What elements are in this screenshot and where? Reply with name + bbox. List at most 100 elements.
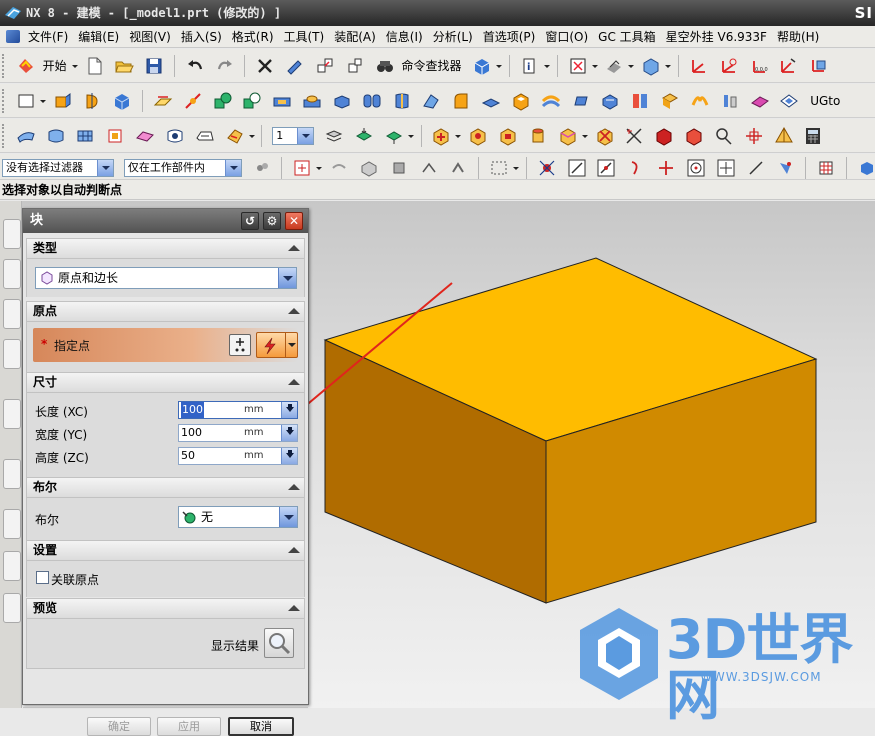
- mesh-surface-icon[interactable]: [73, 123, 97, 149]
- sew-icon[interactable]: [777, 88, 801, 114]
- command-finder-button[interactable]: 命令查找器: [401, 53, 461, 79]
- info-object-icon[interactable]: i: [518, 53, 542, 79]
- cylinder-body-icon[interactable]: [526, 123, 550, 149]
- surface-icon[interactable]: [748, 88, 772, 114]
- chamfer-icon[interactable]: [419, 88, 443, 114]
- surface-dropdown[interactable]: [248, 123, 255, 149]
- snap-midpoint-icon[interactable]: [594, 155, 618, 179]
- collapse-icon[interactable]: [288, 547, 300, 553]
- process-studio-tab[interactable]: [3, 551, 21, 581]
- show-result-button[interactable]: [264, 628, 294, 658]
- reuse-library-tab[interactable]: [3, 339, 21, 369]
- type-filter-select[interactable]: 没有选择过滤器: [2, 159, 114, 177]
- snap-quadrant-icon[interactable]: [714, 155, 738, 179]
- menu-insert[interactable]: 插入(S): [176, 26, 227, 47]
- binoculars-icon[interactable]: [373, 53, 397, 79]
- start-button[interactable]: 开始: [43, 53, 67, 79]
- start-dropdown[interactable]: [71, 53, 78, 79]
- select-solid-icon[interactable]: [855, 155, 875, 179]
- render-style-icon[interactable]: [470, 53, 494, 79]
- section-boolean-header[interactable]: 布尔: [26, 477, 305, 498]
- view-dropdown[interactable]: [591, 53, 598, 79]
- chevron-down-icon[interactable]: [278, 268, 296, 288]
- menu-info[interactable]: 信息(I): [381, 26, 428, 47]
- menu-plugin[interactable]: 星空外挂 V6.933F: [661, 26, 772, 47]
- snap-dropdown[interactable]: [315, 155, 323, 179]
- extrude-icon[interactable]: [51, 88, 75, 114]
- point-set-icon[interactable]: [622, 123, 646, 149]
- menu-preferences[interactable]: 首选项(P): [478, 26, 541, 47]
- wcs-icon[interactable]: [687, 53, 711, 79]
- snap-grid-icon[interactable]: [814, 155, 838, 179]
- toolbar-grip[interactable]: [2, 89, 7, 113]
- web-browser-tab[interactable]: [3, 399, 21, 429]
- snap-control-icon[interactable]: [624, 155, 648, 179]
- menu-file[interactable]: 文件(F): [0, 26, 73, 47]
- replace-face-icon[interactable]: [682, 123, 706, 149]
- datum-plane-icon[interactable]: [151, 88, 175, 114]
- edit-object-icon[interactable]: [283, 53, 307, 79]
- move-object-icon[interactable]: [313, 53, 337, 79]
- calculator-icon[interactable]: [801, 123, 825, 149]
- snap-face-icon[interactable]: [773, 155, 797, 179]
- block-icon[interactable]: [110, 88, 134, 114]
- curve-surface-icon[interactable]: [14, 123, 38, 149]
- select-region-icon[interactable]: [446, 155, 470, 179]
- associative-origin-checkbox[interactable]: [36, 571, 49, 584]
- split-body-icon[interactable]: [628, 88, 652, 114]
- section-preview-header[interactable]: 预览: [26, 598, 305, 619]
- inferred-point-dropdown[interactable]: [285, 333, 297, 357]
- height-options-button[interactable]: [281, 448, 297, 464]
- dialog-title-bar[interactable]: 块 ↺ ⚙ ✕: [23, 209, 308, 233]
- fit-view-icon[interactable]: [566, 53, 590, 79]
- new-file-icon[interactable]: [83, 53, 107, 79]
- select-face-icon[interactable]: [387, 155, 411, 179]
- hole-icon[interactable]: [466, 123, 490, 149]
- rectangle-select-icon[interactable]: [487, 155, 511, 179]
- point-icon[interactable]: [712, 123, 736, 149]
- section-origin-header[interactable]: 原点: [26, 301, 305, 322]
- edit-feature-dropdown[interactable]: [581, 123, 588, 149]
- section-surface-icon[interactable]: [193, 123, 217, 149]
- mirror-icon[interactable]: [688, 88, 712, 114]
- point-dialog-button[interactable]: [229, 334, 251, 356]
- system-materials-tab[interactable]: [3, 509, 21, 539]
- render-style-dropdown[interactable]: [495, 53, 503, 79]
- menu-assembly[interactable]: 装配(A): [329, 26, 381, 47]
- solid-color-icon[interactable]: [652, 123, 676, 149]
- studio-surface-icon[interactable]: [103, 123, 127, 149]
- iso-view-icon[interactable]: [639, 53, 663, 79]
- wcs-rotate-icon[interactable]: [776, 53, 800, 79]
- cancel-button[interactable]: 取消: [228, 717, 294, 736]
- menu-tools[interactable]: 工具(T): [279, 26, 330, 47]
- layer-settings-icon[interactable]: [322, 123, 346, 149]
- menu-window[interactable]: 窗口(O): [540, 26, 593, 47]
- width-input[interactable]: 100 mm: [178, 424, 298, 442]
- delete-icon[interactable]: [253, 53, 277, 79]
- offset-surface-icon[interactable]: [163, 123, 187, 149]
- menu-view[interactable]: 视图(V): [124, 26, 176, 47]
- selection-scope-select[interactable]: 仅在工作部件内: [123, 159, 242, 177]
- chevron-down-icon[interactable]: [224, 160, 241, 176]
- feature-add-icon[interactable]: [429, 123, 453, 149]
- section-type-header[interactable]: 类型: [26, 238, 305, 259]
- pocket-icon[interactable]: [270, 88, 294, 114]
- chevron-down-icon[interactable]: [297, 128, 314, 144]
- trim-sheet-icon[interactable]: [223, 123, 247, 149]
- constraint-navigator-tab[interactable]: [3, 259, 21, 289]
- datum-axis-icon[interactable]: [181, 88, 205, 114]
- revolve-icon[interactable]: [80, 88, 104, 114]
- snap-endpoint-icon[interactable]: [535, 155, 559, 179]
- snap-line-icon[interactable]: [565, 155, 589, 179]
- ok-button[interactable]: 确定: [87, 717, 151, 736]
- undo-icon[interactable]: [183, 53, 207, 79]
- assembly-navigator-tab[interactable]: [3, 219, 21, 249]
- boss-icon[interactable]: [300, 88, 324, 114]
- toolbar-grip[interactable]: [2, 124, 7, 148]
- open-folder-icon[interactable]: [112, 53, 136, 79]
- select-feature-icon[interactable]: [327, 155, 351, 179]
- filter-settings-icon[interactable]: [250, 155, 274, 179]
- select-body-icon[interactable]: [357, 155, 381, 179]
- pattern-icon[interactable]: [658, 88, 682, 114]
- menu-help[interactable]: 帮助(H): [772, 26, 824, 47]
